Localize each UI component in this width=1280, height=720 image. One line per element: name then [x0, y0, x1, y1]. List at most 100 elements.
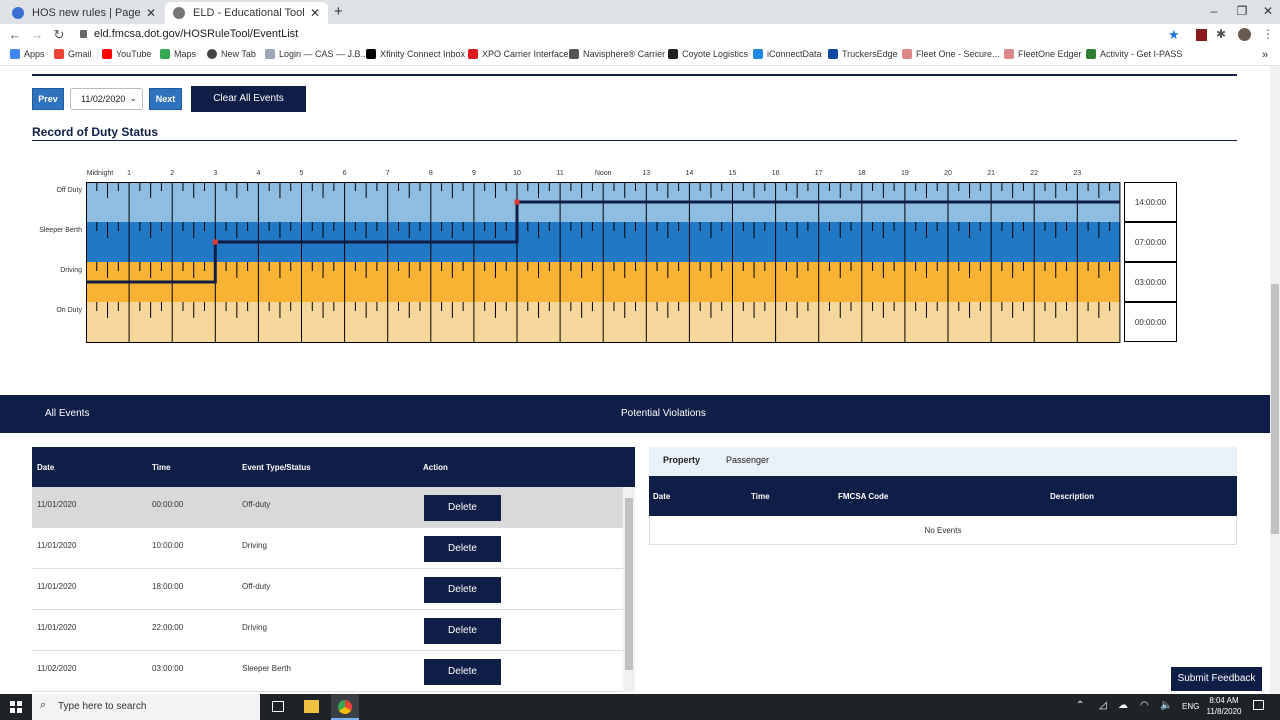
wifi-icon[interactable]: ◠	[1140, 700, 1149, 711]
bookmark-truckersedge[interactable]: TruckersEdge	[828, 49, 898, 59]
hour-label: 9	[471, 170, 476, 177]
bookmark-xpo[interactable]: XPO Carrier Interface	[468, 49, 569, 59]
hour-label: 19	[900, 170, 909, 177]
file-explorer-icon[interactable]	[304, 700, 319, 713]
bookmark-coyote[interactable]: Coyote Logistics	[668, 49, 748, 59]
forward-icon[interactable]: →	[28, 26, 46, 44]
delete-button[interactable]: Delete	[424, 618, 501, 644]
browser-tab-hos-rules[interactable]: HOS new rules | Page 8 | Truckers ✕	[4, 2, 164, 24]
profile-avatar[interactable]	[1238, 28, 1251, 41]
navisphere-icon	[569, 49, 579, 59]
delete-button[interactable]: Delete	[424, 495, 501, 521]
volume-icon[interactable]: 🔈	[1160, 700, 1172, 711]
hour-label: 17	[814, 170, 823, 177]
bookmark-star-icon[interactable]: ★	[1168, 27, 1180, 43]
coyote-icon	[668, 49, 678, 59]
bookmark-apps[interactable]: Apps	[10, 49, 45, 59]
col-date: Date	[37, 463, 55, 472]
clock-time[interactable]: 8:04 AM	[1206, 696, 1242, 705]
col-action: Action	[423, 463, 448, 472]
task-view-icon[interactable]	[272, 701, 284, 712]
hour-label: 6	[342, 170, 347, 177]
events-scrollbar-thumb[interactable]	[625, 498, 633, 670]
xfinity-icon	[366, 49, 376, 59]
bookmark-new-tab[interactable]: New Tab	[207, 49, 256, 59]
hour-labels: Midnight 1 2 3 4 5 6 7 8 9 10 11 Noon 13 14 15 16 17 18 19 2…	[0, 170, 1280, 180]
row-label-on-duty: On Duty	[56, 307, 82, 314]
tab-all-events[interactable]: All Events	[45, 408, 89, 419]
globe-icon	[173, 7, 185, 19]
onedrive-icon[interactable]: ☁	[1118, 700, 1128, 711]
bookmark-login-cas[interactable]: Login — CAS — J.B....	[265, 49, 371, 59]
clear-all-events-button[interactable]: Clear All Events	[191, 86, 306, 112]
event-type: Sleeper Berth	[242, 664, 291, 673]
restore-icon[interactable]: ❐	[1228, 2, 1256, 22]
show-hidden-icons-icon[interactable]: ⌃	[1076, 700, 1084, 711]
next-day-button[interactable]: Next	[149, 88, 182, 110]
delete-button[interactable]: Delete	[424, 659, 501, 685]
back-icon[interactable]: ←	[6, 26, 24, 44]
page-scrollbar-thumb[interactable]	[1271, 284, 1279, 534]
youtube-icon	[102, 49, 112, 59]
notifications-icon[interactable]	[1253, 700, 1264, 710]
tab-title: HOS new rules | Page 8 | Truckers	[32, 7, 140, 19]
menu-kebab-icon[interactable]: ⋮	[1262, 27, 1274, 41]
hour-label: 4	[256, 170, 261, 177]
bookmark-youtube[interactable]: YouTube	[102, 49, 151, 59]
submit-feedback-button[interactable]: Submit Feedback	[1171, 667, 1262, 691]
tab-title: ELD - Educational Tool for Hours	[193, 7, 304, 19]
iconnectdata-icon	[753, 49, 763, 59]
total-on-duty: 00:00:00	[1124, 302, 1177, 342]
events-tab-bar: All Events Potential Violations	[0, 395, 1270, 433]
bookmark-iconnectdata[interactable]: iConnectData	[753, 49, 822, 59]
hour-label: Noon	[594, 170, 612, 177]
bookmark-maps[interactable]: Maps	[160, 49, 196, 59]
delete-button[interactable]: Delete	[424, 577, 501, 603]
close-tab-icon[interactable]: ✕	[140, 6, 156, 20]
tab-potential-violations[interactable]: Potential Violations	[621, 408, 706, 419]
bookmark-gmail[interactable]: Gmail	[54, 49, 92, 59]
bookmark-fleetone-edger[interactable]: FleetOne Edger	[1004, 49, 1082, 59]
bookmark-xfinity[interactable]: Xfinity Connect Inbox	[366, 49, 465, 59]
close-window-icon[interactable]: ✕	[1254, 2, 1280, 22]
close-tab-icon[interactable]: ✕	[304, 6, 320, 20]
bookmark-ipass[interactable]: Activity - Get I-PASS	[1086, 49, 1182, 59]
windows-start-icon[interactable]	[10, 701, 22, 713]
browser-toolbar: ← → ↻ eld.fmcsa.dot.gov/HOSRuleTool/Even…	[0, 24, 1280, 46]
table-row: 11/01/2020 22:00:00 Driving Delete	[32, 610, 623, 651]
hour-label: 14	[685, 170, 694, 177]
taskbar-search-input[interactable]: ⌕ Type here to search	[32, 694, 260, 720]
more-bookmarks-icon[interactable]: »	[1262, 49, 1268, 61]
extensions-icon[interactable]: ✱	[1216, 27, 1226, 41]
table-row: 11/02/2020 03:00:00 Sleeper Berth Delete	[32, 651, 623, 692]
chrome-taskbar-button[interactable]	[331, 694, 359, 720]
prev-day-button[interactable]: Prev	[32, 88, 64, 110]
delete-button[interactable]: Delete	[424, 536, 501, 562]
tab-property[interactable]: Property	[663, 455, 700, 465]
clock-date[interactable]: 11/8/2020	[1204, 707, 1244, 716]
bookmark-navisphere[interactable]: Navisphere® Carrier	[569, 49, 665, 59]
apps-grid-icon	[10, 49, 20, 59]
bookmark-fleetone-secure[interactable]: Fleet One - Secure...	[902, 49, 1000, 59]
language-indicator[interactable]: ENG	[1182, 702, 1199, 711]
hour-label: 10	[513, 170, 521, 177]
violations-table-header: Date Time FMCSA Code Description	[649, 476, 1237, 516]
browser-tab-eld[interactable]: ELD - Educational Tool for Hours ✕	[165, 2, 328, 24]
total-off-duty: 14:00:00	[1124, 182, 1177, 222]
event-date: 11/02/2020	[37, 664, 77, 673]
date-select[interactable]: 11/02/2020 ⌄	[70, 88, 143, 110]
new-tab-button[interactable]: +	[334, 3, 343, 20]
tab-passenger[interactable]: Passenger	[726, 455, 769, 465]
row-label-sleeper-berth: Sleeper Berth	[39, 227, 82, 234]
minimize-icon[interactable]: –	[1200, 2, 1228, 22]
hour-label: 20	[944, 170, 952, 177]
network-icon[interactable]: ◿	[1099, 700, 1107, 711]
address-bar[interactable]: eld.fmcsa.dot.gov/HOSRuleTool/EventList	[94, 28, 298, 40]
reload-icon[interactable]: ↻	[50, 26, 68, 44]
event-date: 11/01/2020	[37, 623, 77, 632]
row-label-off-duty: Off Duty	[56, 187, 82, 194]
gmail-icon	[54, 49, 64, 59]
duty-status-grid[interactable]	[86, 182, 1122, 343]
pdf-extension-icon[interactable]	[1196, 29, 1207, 41]
xpo-icon	[468, 49, 478, 59]
